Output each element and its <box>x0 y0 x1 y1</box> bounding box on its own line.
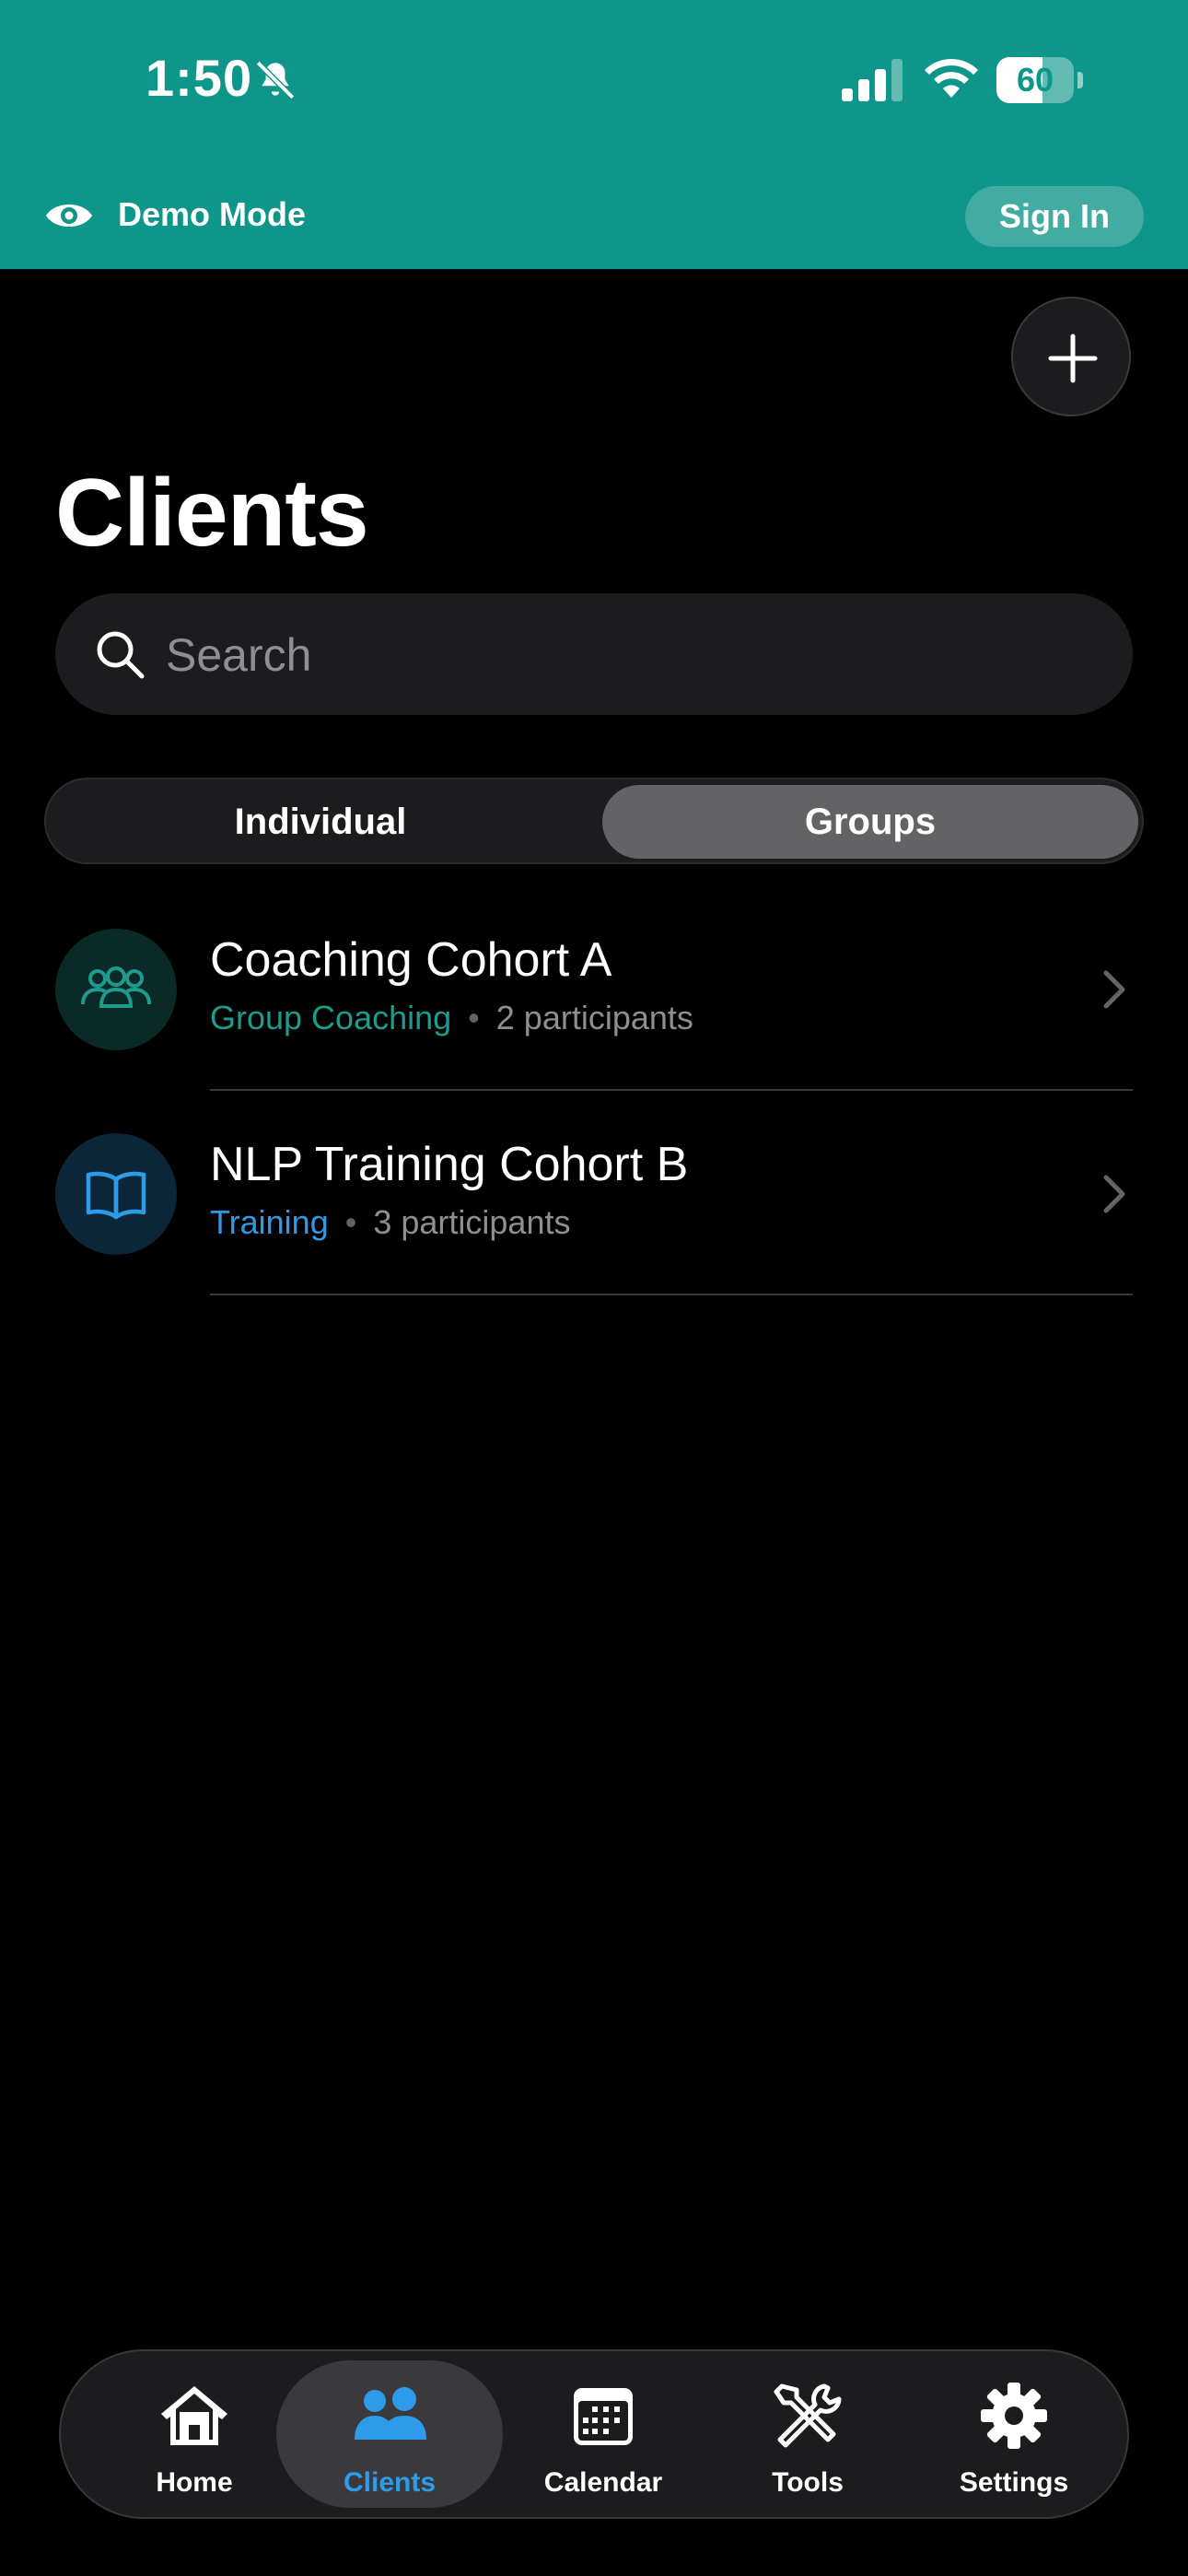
tab-settings[interactable]: Settings <box>912 2360 1116 2508</box>
client-type-segmented-control: Individual Groups <box>44 778 1144 864</box>
tab-label: Tools <box>772 2467 844 2498</box>
segment-individual[interactable]: Individual <box>52 785 589 859</box>
group-meta: Training • 3 participants <box>210 1203 570 1242</box>
calendar-icon <box>574 2388 633 2445</box>
battery-indicator: 60 <box>996 57 1083 103</box>
eye-icon <box>46 205 92 227</box>
group-name: Coaching Cohort A <box>210 933 612 987</box>
people-group-icon <box>81 966 151 1008</box>
battery-level: 60 <box>1016 61 1054 99</box>
search-icon <box>97 631 145 679</box>
book-open-icon <box>86 1171 146 1220</box>
separator-dot: • <box>344 1203 357 1241</box>
sign-in-button[interactable]: Sign In <box>965 186 1144 247</box>
separator-dot: • <box>468 999 480 1036</box>
group-category: Training <box>210 1203 329 1241</box>
page-title: Clients <box>55 460 369 567</box>
participant-count: 2 participants <box>495 999 693 1036</box>
tab-label: Clients <box>343 2467 437 2498</box>
home-icon <box>161 2386 227 2445</box>
participant-count: 3 participants <box>373 1203 571 1241</box>
search-input[interactable] <box>164 615 1089 695</box>
group-category: Group Coaching <box>210 999 452 1036</box>
status-time: 1:50 <box>146 49 253 107</box>
tab-calendar[interactable]: Calendar <box>501 2360 705 2508</box>
tab-tools[interactable]: Tools <box>705 2360 910 2508</box>
wifi-icon <box>925 58 978 98</box>
status-demo-header: 1:50 60 Demo Mode Sign In <box>0 0 1188 269</box>
add-client-button[interactable] <box>1011 297 1131 416</box>
gear-icon <box>981 2383 1047 2449</box>
group-meta: Group Coaching • 2 participants <box>210 999 693 1037</box>
group-avatar <box>55 1133 177 1255</box>
tab-label: Settings <box>959 2467 1069 2498</box>
cellular-signal-icon <box>842 59 903 101</box>
list-item[interactable]: Coaching Cohort A Group Coaching • 2 parti… <box>0 886 1188 1091</box>
search-bar[interactable] <box>55 593 1133 715</box>
bell-off-icon <box>255 60 296 100</box>
group-name: NLP Training Cohort B <box>210 1138 689 1191</box>
chevron-right-icon <box>1103 1175 1125 1213</box>
tab-label: Calendar <box>543 2467 663 2498</box>
tab-label: Home <box>156 2467 233 2498</box>
segment-groups[interactable]: Groups <box>602 785 1138 859</box>
tab-home[interactable]: Home <box>92 2360 297 2508</box>
plus-icon <box>1048 334 1098 383</box>
demo-mode-label: Demo Mode <box>118 195 307 233</box>
row-divider <box>210 1294 1133 1295</box>
tab-clients[interactable]: Clients <box>276 2360 503 2508</box>
tools-icon <box>774 2383 842 2448</box>
chevron-right-icon <box>1103 970 1125 1009</box>
people-icon <box>355 2387 426 2440</box>
group-avatar <box>55 929 177 1050</box>
list-item[interactable]: NLP Training Cohort B Training • 3 partici… <box>0 1091 1188 1295</box>
tab-bar: Home Clients Calendar Tools Settings <box>59 2349 1129 2519</box>
